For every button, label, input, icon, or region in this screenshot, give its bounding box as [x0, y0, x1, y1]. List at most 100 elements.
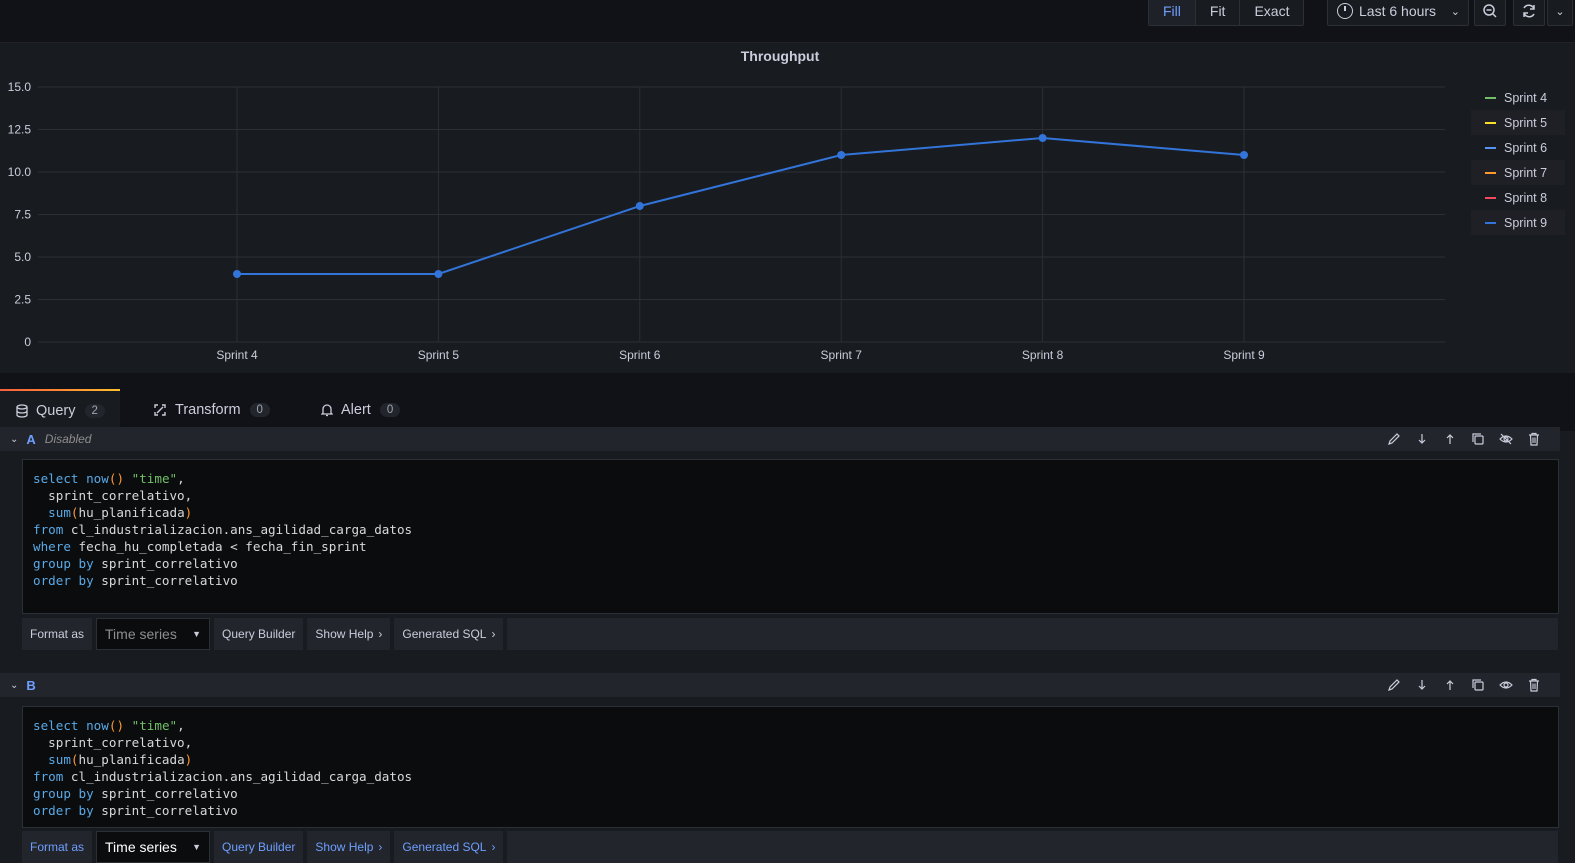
format-as-value: Time series — [105, 626, 177, 642]
query-b-actions — [1380, 673, 1548, 697]
show-help-button[interactable]: Show Help › — [307, 618, 391, 650]
eye-icon[interactable] — [1492, 678, 1520, 692]
exact-button[interactable]: Exact — [1240, 0, 1304, 25]
query-a-header[interactable]: ⌄ A Disabled — [0, 427, 1560, 451]
generated-sql-button[interactable]: Generated SQL › — [394, 831, 504, 863]
legend-swatch — [1485, 196, 1496, 199]
tab-alert-label: Alert — [341, 402, 371, 418]
move-down-icon[interactable] — [1408, 432, 1436, 446]
format-as-label: Format as — [22, 831, 93, 863]
legend-item[interactable]: Sprint 6 — [1471, 135, 1565, 160]
data-point — [635, 202, 644, 210]
format-as-label: Format as — [22, 618, 93, 650]
legend-label: Sprint 4 — [1504, 90, 1548, 105]
tab-transform[interactable]: Transform 0 — [153, 389, 270, 431]
move-up-icon[interactable] — [1436, 432, 1464, 446]
format-as-select[interactable]: Time series ▼ — [96, 831, 211, 863]
query-b-code[interactable]: select now() "time", sprint_correlativo,… — [23, 707, 1558, 829]
tab-transform-label: Transform — [175, 402, 241, 418]
show-help-label: Show Help — [315, 627, 374, 641]
y-tick-label: 15.0 — [8, 80, 32, 94]
legend-item[interactable]: Sprint 9 — [1471, 210, 1565, 235]
format-as-select[interactable]: Time series ▼ — [96, 618, 211, 650]
time-range-label: Last 6 hours — [1359, 3, 1437, 19]
query-a-sql-editor[interactable]: select now() "time", sprint_correlativo,… — [22, 459, 1559, 614]
x-tick-label: Sprint 6 — [619, 348, 661, 362]
chevron-right-icon: › — [378, 627, 383, 641]
legend-swatch — [1485, 121, 1496, 124]
legend-label: Sprint 6 — [1504, 140, 1548, 155]
query-b-header[interactable]: ⌄ B — [0, 673, 1560, 697]
generated-sql-label: Generated SQL — [402, 840, 487, 854]
query-a-state: Disabled — [44, 432, 92, 446]
chevron-right-icon: › — [491, 840, 496, 854]
y-tick-label: 7.5 — [14, 208, 31, 222]
edit-icon[interactable] — [1380, 432, 1408, 446]
move-up-icon[interactable] — [1436, 678, 1464, 692]
data-point — [1038, 134, 1047, 142]
zoom-out-icon — [1483, 4, 1497, 18]
collapse-chevron-icon[interactable]: ⌄ — [10, 434, 18, 445]
trash-icon[interactable] — [1520, 678, 1548, 692]
query-b-letter: B — [26, 677, 36, 693]
chart-legend: Sprint 4 Sprint 5 Sprint 6 Sprint 7 Sprint 8… — [1471, 85, 1565, 235]
x-tick-label: Sprint 4 — [216, 348, 258, 362]
query-a-code[interactable]: select now() "time", sprint_correlativo,… — [23, 460, 1558, 599]
caret-down-icon: ▼ — [192, 629, 202, 639]
generated-sql-button[interactable]: Generated SQL › — [394, 618, 504, 650]
fill-button[interactable]: Fill — [1149, 0, 1196, 25]
zoom-out-button[interactable] — [1474, 0, 1506, 26]
y-tick-label: 0 — [24, 335, 31, 349]
query-b-sql-editor[interactable]: select now() "time", sprint_correlativo,… — [22, 706, 1559, 828]
eye-slash-icon[interactable] — [1492, 432, 1520, 446]
query-a-letter: A — [26, 431, 36, 447]
clock-icon — [1337, 3, 1353, 19]
duplicate-icon[interactable] — [1464, 432, 1492, 446]
format-as-value: Time series — [105, 839, 177, 855]
edit-icon[interactable] — [1380, 678, 1408, 692]
throughput-chart[interactable]: 0 2.5 5.0 7.5 10.0 12.5 15.0 Sprint 4 Sprint 5 Sp… — [0, 43, 1470, 373]
legend-item[interactable]: Sprint 8 — [1471, 185, 1565, 210]
legend-item[interactable]: Sprint 7 — [1471, 160, 1565, 185]
legend-item[interactable]: Sprint 5 — [1471, 110, 1565, 135]
trash-icon[interactable] — [1520, 432, 1548, 446]
refresh-interval-button[interactable]: ⌄ — [1547, 0, 1573, 26]
move-down-icon[interactable] — [1408, 678, 1436, 692]
generated-sql-label: Generated SQL — [402, 627, 487, 641]
legend-swatch — [1485, 146, 1496, 149]
query-builder-button[interactable]: Query Builder — [214, 618, 304, 650]
tab-query-label: Query — [36, 403, 76, 419]
x-tick-label: Sprint 5 — [418, 348, 460, 362]
tab-query-count: 2 — [84, 404, 105, 418]
duplicate-icon[interactable] — [1464, 678, 1492, 692]
query-a-toolbar: Format as Time series ▼ Query Builder Sh… — [22, 618, 1558, 650]
editor-tabs: Query 2 Transform 0 Alert 0 — [0, 389, 1575, 431]
y-tick-label: 5.0 — [14, 250, 31, 264]
legend-label: Sprint 7 — [1504, 165, 1548, 180]
caret-down-icon: ▼ — [192, 842, 202, 852]
refresh-icon — [1523, 4, 1535, 18]
time-range-picker[interactable]: Last 6 hours ⌄ — [1327, 0, 1469, 26]
chevron-right-icon: › — [491, 627, 496, 641]
data-point — [434, 270, 443, 278]
tab-query[interactable]: Query 2 — [0, 389, 120, 431]
tab-alert[interactable]: Alert 0 — [321, 389, 401, 431]
y-tick-label: 10.0 — [8, 165, 32, 179]
top-toolbar: Fill Fit Exact Last 6 hours ⌄ ⌄ — [0, 0, 1575, 43]
y-tick-label: 2.5 — [14, 293, 31, 307]
legend-label: Sprint 8 — [1504, 190, 1548, 205]
query-editor-area: ⌄ A Disabled select now() "time", sprint… — [0, 427, 1575, 863]
show-help-button[interactable]: Show Help › — [307, 831, 391, 863]
fit-button[interactable]: Fit — [1195, 0, 1241, 25]
collapse-chevron-icon[interactable]: ⌄ — [10, 680, 18, 691]
toolbar-filler — [507, 831, 1558, 863]
x-tick-label: Sprint 9 — [1223, 348, 1265, 362]
tab-transform-count: 0 — [249, 403, 270, 417]
refresh-button[interactable] — [1513, 0, 1545, 26]
view-mode-group: Fill Fit Exact — [1148, 0, 1305, 26]
toolbar-filler — [507, 618, 1558, 650]
legend-item[interactable]: Sprint 4 — [1471, 85, 1565, 110]
query-builder-button[interactable]: Query Builder — [214, 831, 304, 863]
legend-label: Sprint 9 — [1504, 215, 1548, 230]
x-tick-label: Sprint 7 — [821, 348, 863, 362]
